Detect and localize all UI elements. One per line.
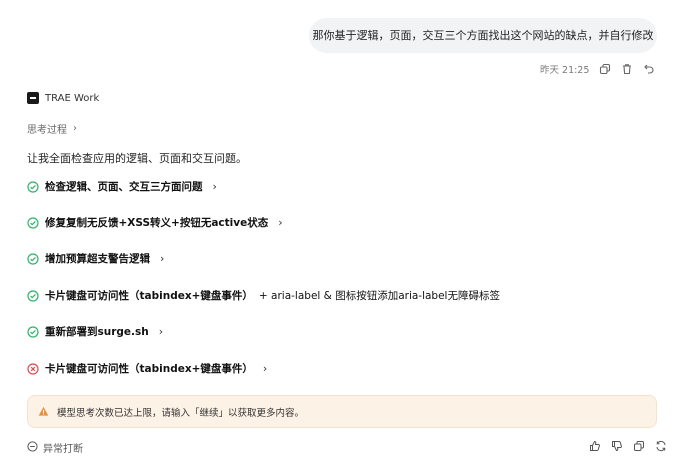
step-item[interactable]: 修复复制无反馈+XSS转义+按钮无active状态 › [27, 215, 283, 230]
step-item[interactable]: 增加预算超支警告逻辑 › [27, 251, 164, 266]
step-item[interactable]: 卡片键盘可访问性（tabindex+键盘事件） › [27, 361, 267, 376]
interrupted-label: 异常打断 [43, 444, 83, 455]
step-extra-label: + aria-label & 图标按钮添加aria-label无障碍标签 [258, 290, 500, 302]
chevron-right-icon: › [73, 123, 77, 134]
step-label: 修复复制无反馈+XSS转义+按钮无active状态 [45, 217, 269, 229]
chevron-right-icon: › [212, 180, 217, 193]
thinking-process-toggle[interactable]: 思考过程 › [27, 121, 77, 136]
step-item[interactable]: 卡片键盘可访问性（tabindex+键盘事件） + aria-label & 图… [27, 288, 500, 303]
message-meta-row: 昨天 21:25 [540, 62, 655, 76]
check-circle-icon [27, 325, 39, 338]
undo-icon[interactable] [643, 63, 655, 75]
interrupted-status: 异常打断 [27, 440, 83, 455]
thumbs-down-icon[interactable] [611, 440, 623, 452]
user-message-bubble: 那你基于逻辑，页面，交互三个方面找出这个网站的缺点，并自行修改 [309, 18, 657, 53]
assistant-header: TRAE Work [27, 92, 99, 104]
step-label: 卡片键盘可访问性（tabindex+键盘事件） [45, 290, 253, 302]
check-circle-icon [27, 289, 39, 302]
chevron-right-icon: › [160, 252, 165, 265]
step-item[interactable]: 重新部署到surge.sh › [27, 324, 163, 339]
thinking-label: 思考过程 [27, 125, 67, 136]
step-item[interactable]: 检查逻辑、页面、交互三方面问题 › [27, 179, 217, 194]
minus-circle-icon [27, 440, 38, 455]
notice-text: 模型思考次数已达上限，请输入「继续」以获取更多内容。 [57, 407, 305, 419]
thumbs-up-icon[interactable] [589, 440, 601, 452]
warning-icon [38, 406, 49, 417]
check-circle-icon [27, 180, 39, 193]
assistant-name: TRAE Work [45, 92, 100, 104]
step-label: 重新部署到surge.sh [45, 326, 149, 338]
error-circle-icon [27, 362, 39, 375]
response-actions [589, 440, 667, 452]
chevron-right-icon: › [262, 362, 268, 375]
limit-notice: 模型思考次数已达上限，请输入「继续」以获取更多内容。 [27, 395, 657, 428]
chevron-right-icon: › [158, 325, 164, 338]
step-label: 检查逻辑、页面、交互三方面问题 [45, 181, 203, 193]
step-label: 增加预算超支警告逻辑 [45, 253, 150, 265]
regenerate-icon[interactable] [655, 440, 667, 452]
chevron-right-icon: › [278, 216, 283, 229]
check-circle-icon [27, 252, 39, 265]
step-label: 卡片键盘可访问性（tabindex+键盘事件） [45, 363, 253, 375]
message-timestamp: 昨天 21:25 [540, 65, 590, 76]
assistant-intro: 让我全面检查应用的逻辑、页面和交互问题。 [27, 152, 247, 165]
check-circle-icon [27, 216, 39, 229]
copy-icon[interactable] [599, 63, 611, 75]
copy-icon[interactable] [633, 440, 645, 452]
trae-logo-icon [27, 92, 39, 104]
delete-icon[interactable] [621, 63, 633, 75]
